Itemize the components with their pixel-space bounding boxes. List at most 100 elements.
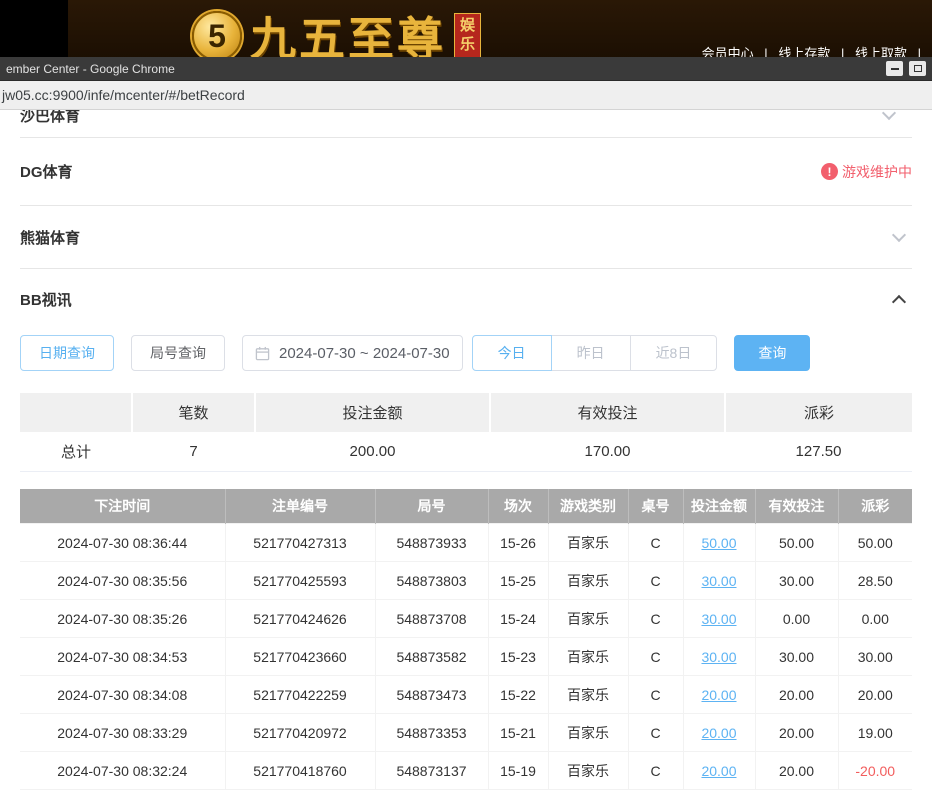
cell-game-type: 百家乐	[548, 638, 628, 676]
last-8-days-button[interactable]: 近8日	[630, 335, 718, 371]
cell-valid-bet: 30.00	[755, 562, 838, 600]
window-controls	[886, 61, 926, 76]
date-query-button[interactable]: 日期查询	[20, 335, 114, 371]
cell-bet-time: 2024-07-30 08:34:08	[20, 676, 225, 714]
header-valid-bet: 有效投注	[755, 489, 838, 524]
cell-valid-bet: 20.00	[755, 752, 838, 790]
cell-bet-amount: 20.00	[683, 752, 755, 790]
cell-game-type: 百家乐	[548, 714, 628, 752]
url-text[interactable]: jw05.cc:9900/infe/mcenter/#/betRecord	[2, 87, 245, 103]
summary-header-bet-amount: 投注金额	[255, 393, 490, 432]
chrome-titlebar[interactable]: ember Center - Google Chrome	[0, 57, 932, 81]
logo-badge-top: 娱	[460, 17, 475, 36]
section-title-saba: 沙巴体育	[20, 110, 80, 126]
date-range-input[interactable]: 2024-07-30 ~ 2024-07-30	[242, 335, 463, 371]
cell-payout: 30.00	[838, 638, 912, 676]
page-content: 沙巴体育 DG体育 ! 游戏维护中 熊猫体育 BB视讯 日期查询 局号查询	[0, 110, 932, 805]
cell-order-number: 521770420972	[225, 714, 375, 752]
bet-amount-link[interactable]: 30.00	[701, 573, 736, 589]
cell-valid-bet: 20.00	[755, 676, 838, 714]
summary-header-valid-bet: 有效投注	[490, 393, 725, 432]
section-panda-sports[interactable]: 熊猫体育	[20, 206, 912, 269]
cell-payout: 20.00	[838, 676, 912, 714]
logo-badge-bottom: 乐	[460, 36, 475, 55]
cell-table-number: C	[628, 752, 683, 790]
cell-payout: 28.50	[838, 562, 912, 600]
bet-amount-link[interactable]: 50.00	[701, 535, 736, 551]
cell-table-number: C	[628, 714, 683, 752]
coin-logo-icon: 5	[192, 11, 242, 61]
summary-table: 笔数 投注金额 有效投注 派彩 总计 7 200.00 170.00 127.5…	[20, 393, 912, 472]
search-button[interactable]: 查询	[734, 335, 810, 371]
cell-session: 15-25	[488, 562, 548, 600]
cell-valid-bet: 0.00	[755, 600, 838, 638]
cell-table-number: C	[628, 524, 683, 562]
cell-order-number: 521770418760	[225, 752, 375, 790]
bet-table-header-row: 下注时间 注单编号 局号 场次 游戏类别 桌号 投注金额 有效投注 派彩	[20, 489, 912, 524]
coin-number: 5	[208, 18, 226, 55]
bet-amount-link[interactable]: 20.00	[701, 687, 736, 703]
cell-payout: 19.00	[838, 714, 912, 752]
cell-bet-amount: 30.00	[683, 600, 755, 638]
chevron-down-icon	[882, 110, 896, 120]
section-dg-sports[interactable]: DG体育 ! 游戏维护中	[20, 138, 912, 206]
quick-range-group: 今日 昨日 近8日	[472, 335, 718, 371]
cell-round-number: 548873353	[375, 714, 488, 752]
table-row: 2024-07-30 08:35:56 521770425593 5488738…	[20, 562, 912, 600]
cell-round-number: 548873803	[375, 562, 488, 600]
cell-session: 15-22	[488, 676, 548, 714]
cell-payout: 0.00	[838, 600, 912, 638]
cell-order-number: 521770427313	[225, 524, 375, 562]
cell-bet-time: 2024-07-30 08:35:56	[20, 562, 225, 600]
cell-bet-amount: 30.00	[683, 562, 755, 600]
maximize-button[interactable]	[909, 61, 926, 76]
screen: 5 九五至尊 娱 乐 会员中心 | 线上存款 | 线上取款 | ember Ce…	[0, 0, 932, 805]
cell-table-number: C	[628, 562, 683, 600]
minimize-button[interactable]	[886, 61, 903, 76]
cell-bet-amount: 50.00	[683, 524, 755, 562]
cell-order-number: 521770423660	[225, 638, 375, 676]
summary-total-bet-amount: 200.00	[255, 432, 490, 471]
bet-amount-link[interactable]: 20.00	[701, 725, 736, 741]
maintenance-text: 游戏维护中	[842, 162, 912, 182]
header-payout: 派彩	[838, 489, 912, 524]
chevron-down-icon	[892, 228, 906, 242]
summary-total-valid-bet: 170.00	[490, 432, 725, 471]
cell-order-number: 521770425593	[225, 562, 375, 600]
cell-table-number: C	[628, 638, 683, 676]
yesterday-button[interactable]: 昨日	[551, 335, 631, 371]
date-range-value: 2024-07-30 ~ 2024-07-30	[279, 345, 450, 362]
cell-table-number: C	[628, 600, 683, 638]
maximize-icon	[914, 65, 922, 72]
bet-amount-link[interactable]: 20.00	[701, 763, 736, 779]
summary-total-count: 7	[132, 432, 255, 471]
header-round-number: 局号	[375, 489, 488, 524]
table-row: 2024-07-30 08:34:53 521770423660 5488735…	[20, 638, 912, 676]
section-saba-sports[interactable]: 沙巴体育	[20, 110, 912, 138]
section-bb-video[interactable]: BB视讯	[20, 269, 912, 329]
summary-header-blank	[20, 393, 132, 432]
cell-round-number: 548873708	[375, 600, 488, 638]
cell-bet-time: 2024-07-30 08:33:29	[20, 714, 225, 752]
cell-session: 15-21	[488, 714, 548, 752]
cell-session: 15-23	[488, 638, 548, 676]
cell-game-type: 百家乐	[548, 524, 628, 562]
cell-bet-time: 2024-07-30 08:34:53	[20, 638, 225, 676]
bet-amount-link[interactable]: 30.00	[701, 649, 736, 665]
bet-record-table: 下注时间 注单编号 局号 场次 游戏类别 桌号 投注金额 有效投注 派彩 202…	[20, 489, 912, 791]
header-table-number: 桌号	[628, 489, 683, 524]
cell-valid-bet: 50.00	[755, 524, 838, 562]
cell-game-type: 百家乐	[548, 752, 628, 790]
summary-header-row: 笔数 投注金额 有效投注 派彩	[20, 393, 912, 432]
bet-amount-link[interactable]: 30.00	[701, 611, 736, 627]
today-button[interactable]: 今日	[472, 335, 552, 371]
cell-payout: 50.00	[838, 524, 912, 562]
window-title: ember Center - Google Chrome	[6, 62, 175, 76]
cell-bet-time: 2024-07-30 08:35:26	[20, 600, 225, 638]
cell-valid-bet: 20.00	[755, 714, 838, 752]
cell-order-number: 521770422259	[225, 676, 375, 714]
round-query-button[interactable]: 局号查询	[131, 335, 225, 371]
chrome-urlbar[interactable]: jw05.cc:9900/infe/mcenter/#/betRecord	[0, 81, 932, 110]
cell-round-number: 548873582	[375, 638, 488, 676]
section-title-panda: 熊猫体育	[20, 227, 80, 248]
